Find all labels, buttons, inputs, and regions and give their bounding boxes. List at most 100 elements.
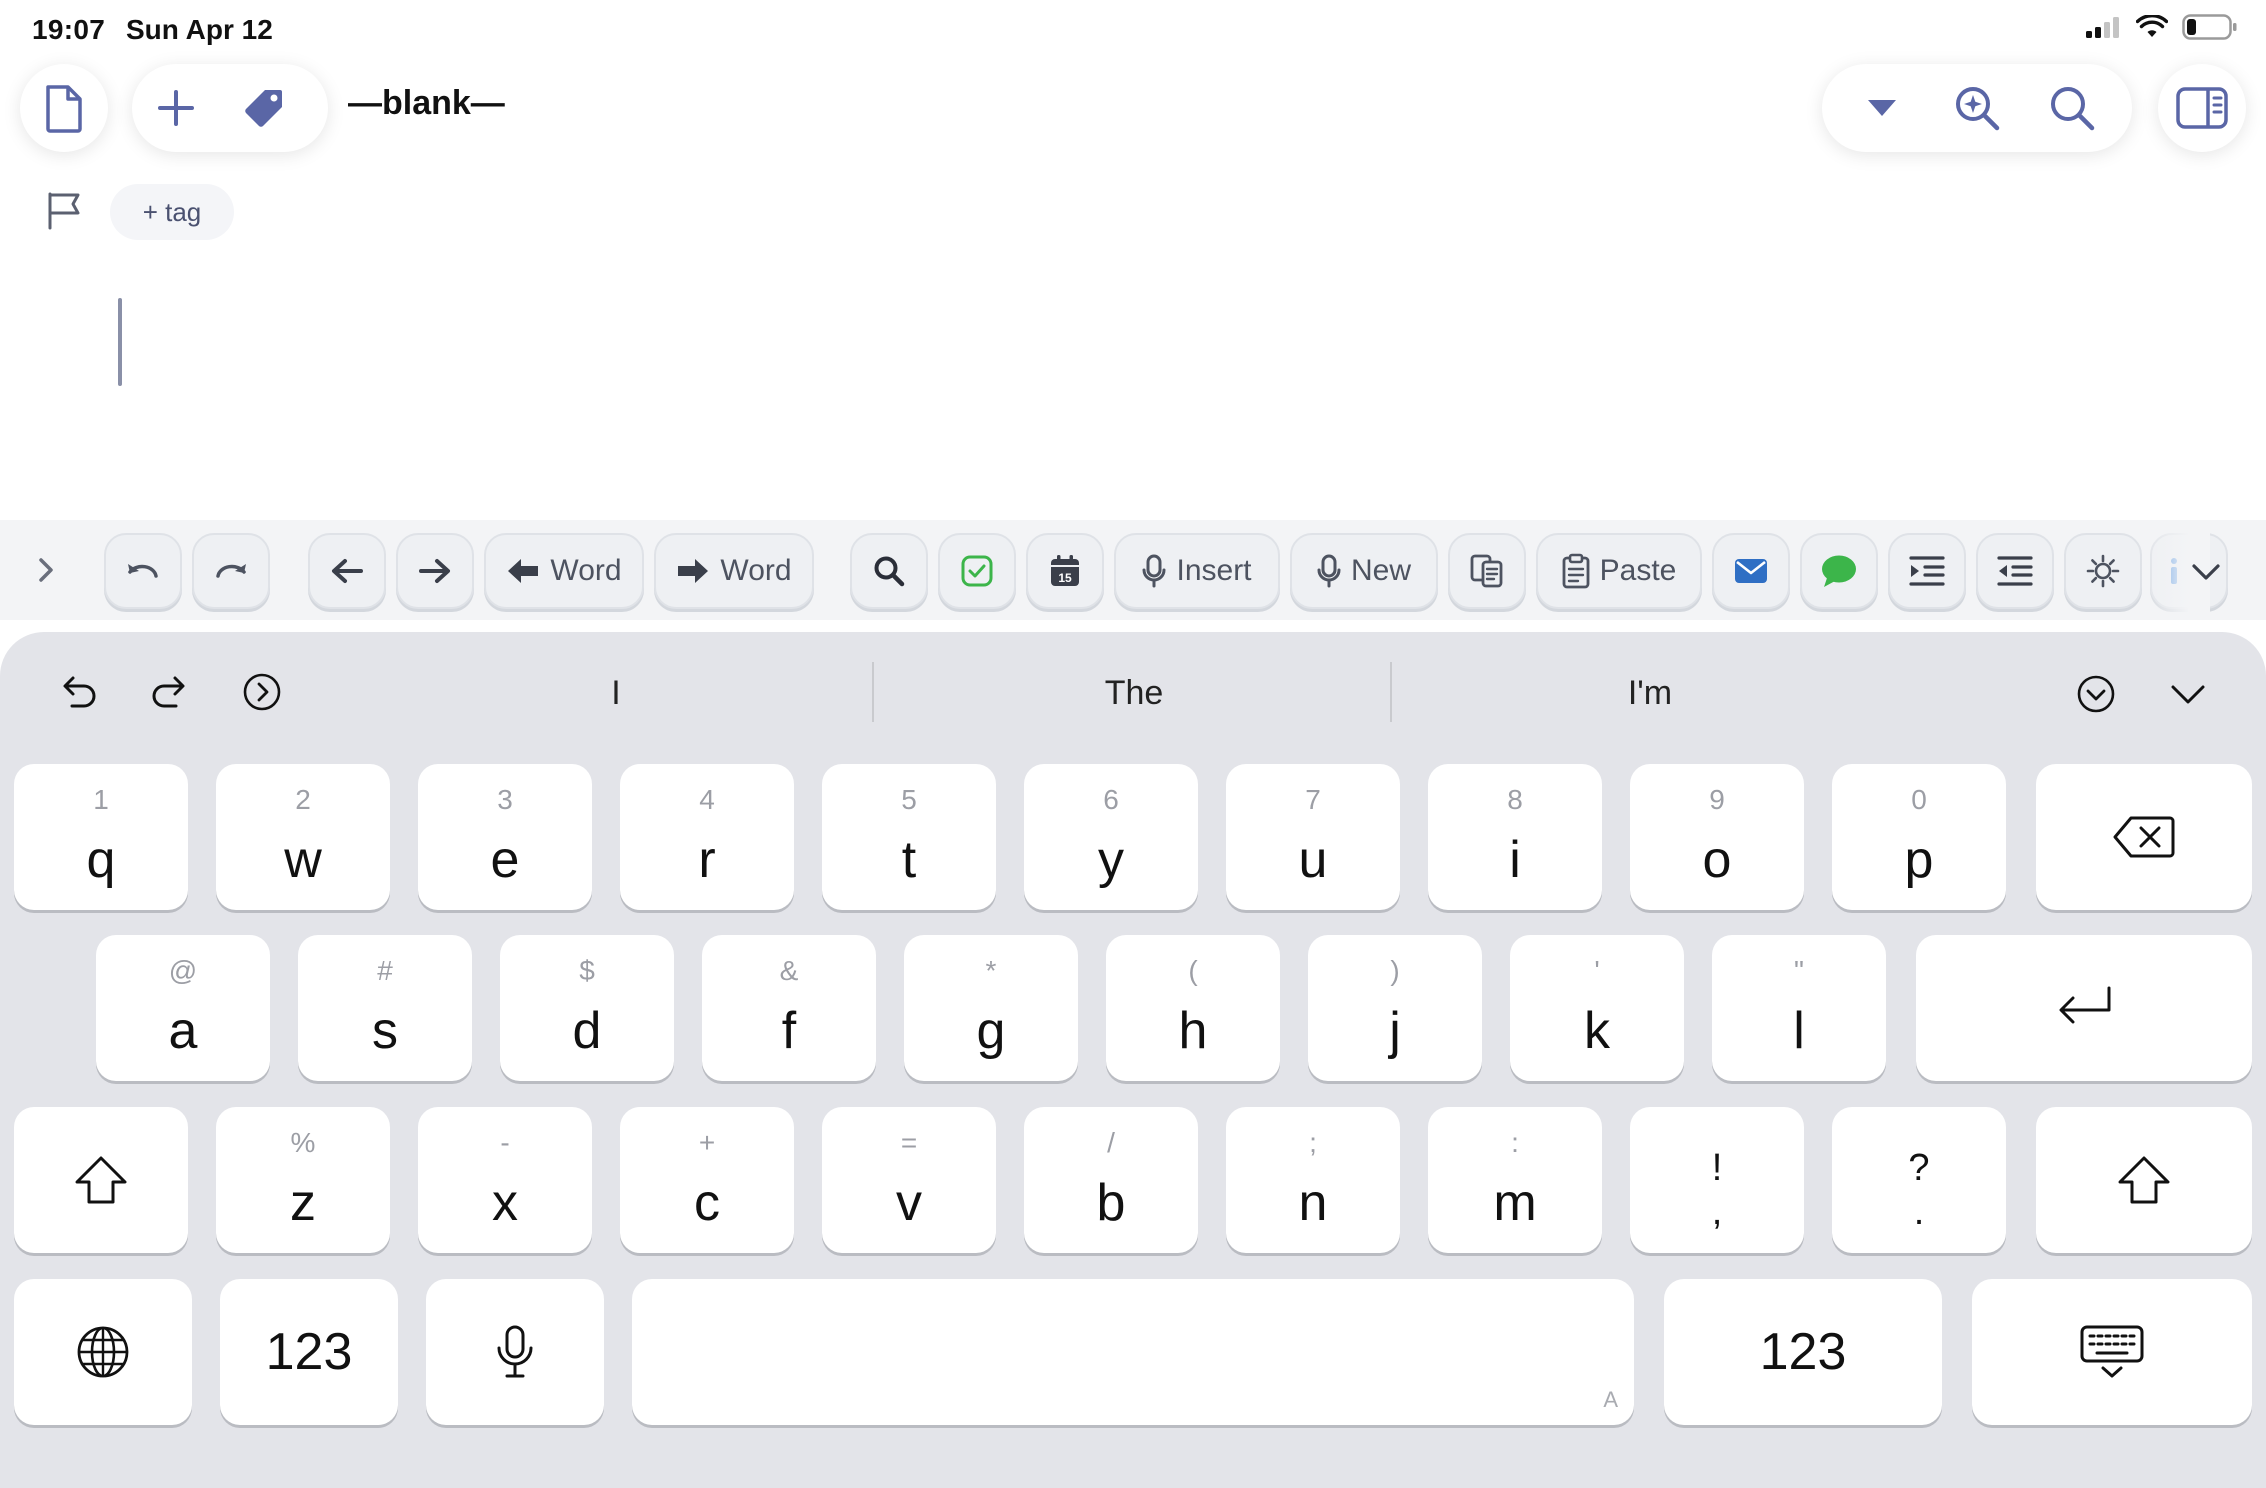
key-t[interactable]: 5t [822, 764, 996, 910]
key-label: t [901, 831, 917, 889]
find-button[interactable] [850, 533, 928, 609]
tag-button[interactable] [220, 64, 308, 152]
redo-button[interactable] [192, 533, 270, 609]
key-hide-keyboard[interactable] [1972, 1279, 2252, 1425]
documents-button[interactable] [20, 64, 108, 152]
key-numbers-right[interactable]: 123 [1664, 1279, 1942, 1425]
outdent-icon [1997, 556, 2033, 586]
key-space[interactable]: A [632, 1279, 1634, 1425]
key-w[interactable]: 2w [216, 764, 390, 910]
key-l[interactable]: " l [1712, 935, 1886, 1081]
dismiss-keyboard-bar-button[interactable] [2158, 664, 2218, 724]
insert-date-button[interactable]: 15 [1026, 533, 1104, 609]
key-s[interactable]: # s [298, 935, 472, 1081]
mail-button[interactable] [1712, 533, 1790, 609]
key-k[interactable]: ' k [1510, 935, 1684, 1081]
key-hint: - [500, 1127, 510, 1158]
key-z[interactable]: % z [216, 1107, 390, 1253]
key-c[interactable]: + c [620, 1107, 794, 1253]
paste-button[interactable]: Paste [1536, 533, 1702, 609]
key-x[interactable]: -x [418, 1107, 592, 1253]
appearance-button[interactable] [2064, 533, 2142, 609]
note-body-editor[interactable] [140, 290, 2140, 490]
key-g[interactable]: * g [904, 935, 1078, 1081]
key-j[interactable]: ) j [1308, 935, 1482, 1081]
key-exclamation-comma[interactable]: ! , [1630, 1107, 1804, 1253]
key-hint: 9 [1709, 784, 1725, 815]
key-n[interactable]: ; n [1226, 1107, 1400, 1253]
clipboard-icon [1562, 553, 1590, 589]
key-globe[interactable] [14, 1279, 192, 1425]
insert-checkbox-button[interactable] [938, 533, 1016, 609]
dictate-new-button[interactable]: New [1290, 533, 1438, 609]
message-button[interactable] [1800, 533, 1878, 609]
key-i[interactable]: 8i [1428, 764, 1602, 910]
key-hint: ; [1309, 1127, 1317, 1158]
key-m[interactable]: :m [1428, 1107, 1602, 1253]
key-h[interactable]: (h [1106, 935, 1280, 1081]
shift-icon [2118, 1156, 2170, 1204]
next-word-button[interactable]: Word [654, 533, 814, 609]
new-note-button[interactable] [132, 64, 220, 152]
key-a[interactable]: @ a [96, 935, 270, 1081]
suggestion-divider [1390, 662, 1392, 722]
key-question-period[interactable]: ? . [1832, 1107, 2006, 1253]
key-hint: ) [1390, 955, 1400, 986]
key-r[interactable]: 4r [620, 764, 794, 910]
search-button[interactable] [2028, 64, 2116, 152]
keyboard-redo-button[interactable] [140, 662, 200, 722]
status-time: 19:07 [32, 14, 106, 45]
key-d[interactable]: $ d [500, 935, 674, 1081]
suggestion-1[interactable]: I [466, 674, 766, 713]
key-shift-left[interactable] [14, 1107, 188, 1253]
suggestion-3[interactable]: I'm [1500, 674, 1800, 713]
sidebar-toggle-button[interactable] [2158, 64, 2246, 152]
note-title[interactable]: —blank— [348, 84, 505, 123]
key-f[interactable]: & f [702, 935, 876, 1081]
keyboard-undo-button[interactable] [48, 662, 108, 722]
key-p[interactable]: 0p [1832, 764, 2006, 910]
indent-button[interactable] [1888, 533, 1966, 609]
undo-button[interactable] [104, 533, 182, 609]
copy-button[interactable] [1448, 533, 1526, 609]
key-u[interactable]: 7u [1226, 764, 1400, 910]
view-actions-group [1822, 64, 2132, 152]
key-e[interactable]: 3e [418, 764, 592, 910]
keyboard-paste-forward-button[interactable] [232, 662, 292, 722]
collapse-toolbar-button[interactable] [2176, 542, 2236, 602]
key-label: j [1389, 1002, 1401, 1060]
key-label: r [698, 831, 716, 889]
outdent-button[interactable] [1976, 533, 2054, 609]
key-b[interactable]: / b [1024, 1107, 1198, 1253]
key-delete[interactable] [2036, 764, 2252, 910]
cursor-left-button[interactable] [308, 533, 386, 609]
key-label: u [1298, 831, 1328, 889]
key-o[interactable]: 9o [1630, 764, 1804, 910]
flag-button[interactable] [44, 190, 84, 235]
key-numbers-left[interactable]: 123 [220, 1279, 398, 1425]
key-dictation[interactable] [426, 1279, 604, 1425]
key-q[interactable]: 1q [14, 764, 188, 910]
cursor-right-button[interactable] [396, 533, 474, 609]
battery-icon [2182, 14, 2237, 40]
previous-word-button[interactable]: Word [484, 533, 644, 609]
expand-suggestions-button[interactable] [2066, 664, 2126, 724]
add-tag-button[interactable]: + tag [110, 184, 234, 240]
dictate-insert-button[interactable]: Insert [1114, 533, 1280, 609]
key-v[interactable]: = v [822, 1107, 996, 1253]
chevron-circle-right-icon [243, 673, 281, 711]
space-mark: A [1603, 1387, 1618, 1412]
dropdown-button[interactable] [1838, 64, 1926, 152]
key-label: x [492, 1174, 518, 1232]
expand-toolbar-button[interactable] [36, 556, 56, 589]
microphone-icon [1142, 554, 1166, 588]
zoom-button[interactable] [1933, 64, 2021, 152]
key-return[interactable] [1916, 935, 2252, 1081]
key-y[interactable]: 6y [1024, 764, 1198, 910]
key-shift-right[interactable] [2036, 1107, 2252, 1253]
flag-icon [48, 192, 80, 230]
key-label: b [1096, 1174, 1126, 1232]
key-label: h [1178, 1002, 1208, 1060]
suggestion-2[interactable]: The [984, 674, 1284, 713]
redo-icon [152, 676, 185, 708]
